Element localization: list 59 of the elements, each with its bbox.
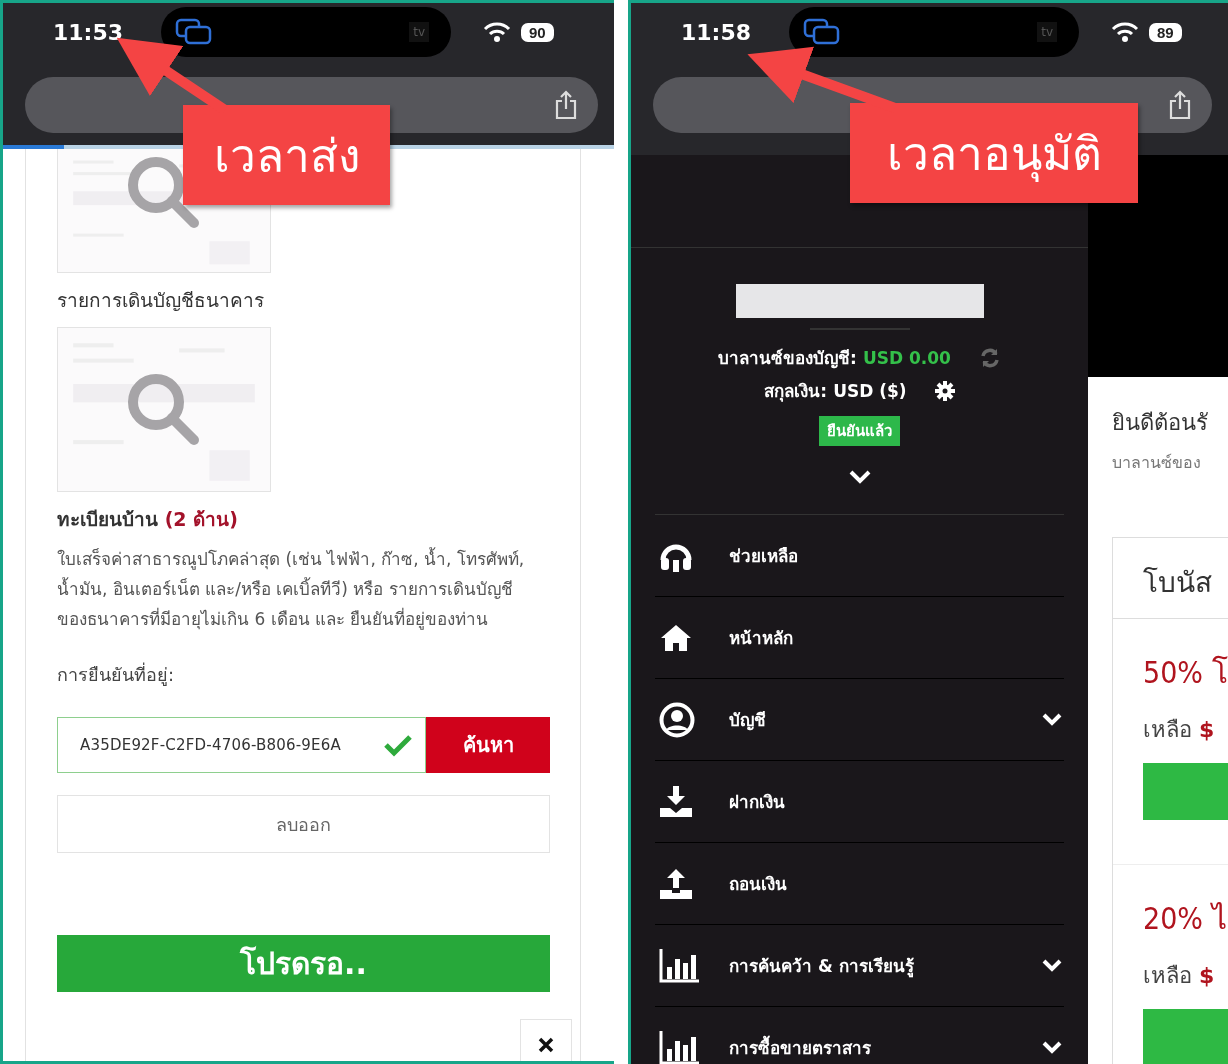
share-icon[interactable] [1168,90,1192,120]
address-proof-field[interactable]: A35DE92F-C2FD-4706-B806-9E6A [57,717,426,773]
field-label: การยืนยันที่อยู่: [57,661,176,688]
description-text: ใบเสร็จค่าสาธารณูปโภคล่าสุด (เช่น ไฟฟ้า, ก๊าซ, น้ำ, โทรศัพท์, น้ำมัน, อินเตอร์เน็ต และ/หรือ เคเบิ้ลทีวี) หรือ รายการเดินบัญชีของธนาคารที่มีอายุไม่เกิน 6 เดือน และ ยืนยันที่อยู่ของท่าน [57,546,526,632]
home-icon [659,622,693,653]
user-icon [659,701,695,738]
refresh-icon[interactable] [978,346,1001,369]
chevron-down-icon[interactable] [848,470,871,484]
menu-item[interactable]: บัญชี [655,679,1064,761]
menu-item[interactable]: ช่วยเหลือ [655,515,1064,597]
bonus-title: โบนัส [1113,538,1228,619]
status-time: 11:53 [53,19,125,45]
remaining-amount: $ [1199,717,1215,742]
currency-value: USD ($) [833,380,907,401]
verified-badge: ยืนยันแล้ว [819,416,900,446]
remove-button[interactable]: ลบออก [57,795,550,853]
field-value: A35DE92F-C2FD-4706-B806-9E6A [80,736,341,754]
document-caption: รายการเดินบัญชีธนาคาร [57,288,265,313]
welcome-heading: ยินดีต้อนรั [1112,409,1209,437]
gear-icon[interactable] [934,380,955,401]
annotation-tooltip: เวลาส่ง [183,105,390,205]
annotation-tooltip: เวลาอนุมัติ [850,103,1138,203]
document-caption: ทะเบียนบ้าน (2 ด้าน) [57,507,239,532]
bonus-name: 50% โ [1143,654,1228,692]
remaining-amount: $ [1199,963,1215,988]
download-icon [659,785,693,818]
share-icon[interactable] [554,90,578,120]
bar-chart-icon [659,948,699,983]
menu-item[interactable]: การค้นคว้า & การเรียนรู้ [655,925,1064,1007]
balance-caption: บาลานซ์ของ [1112,452,1202,474]
search-button[interactable]: ค้นหา [426,717,550,773]
menu-item[interactable]: การซื้อขายตราสาร [655,1007,1064,1064]
menu-item[interactable]: ฝากเงิน [655,761,1064,843]
upload-icon [659,867,693,900]
island-label: tv [409,22,429,42]
remaining-label: เหลือ [1143,717,1192,742]
close-icon[interactable] [538,1037,554,1053]
chevron-down-icon[interactable] [1042,959,1062,972]
remaining-label: เหลือ [1143,963,1192,988]
balance-label: บาลานซ์ของบัญชี: [718,347,857,371]
balance-value: USD 0.00 [862,347,951,368]
document-thumbnail[interactable] [57,327,271,492]
battery-level: 89 [1149,22,1182,42]
chevron-down-icon[interactable] [1042,713,1062,726]
bar-chart-icon [659,1030,699,1064]
menu-item[interactable]: ถอนเงิน [655,843,1064,925]
currency-label: สกุลเงิน: [764,380,828,404]
status-time: 11:58 [681,19,753,45]
battery-level: 90 [521,22,554,42]
wifi-icon [1111,21,1139,43]
menu-item[interactable]: หน้าหลัก [655,597,1064,679]
wifi-icon [483,21,511,43]
bonus-name: 20% ไ [1143,900,1228,938]
windows-icon [803,18,841,46]
windows-icon [175,18,213,46]
close-button[interactable] [520,1019,572,1061]
search-icon[interactable] [126,155,202,231]
island-label: tv [1037,22,1057,42]
chevron-down-icon[interactable] [1042,1041,1062,1054]
